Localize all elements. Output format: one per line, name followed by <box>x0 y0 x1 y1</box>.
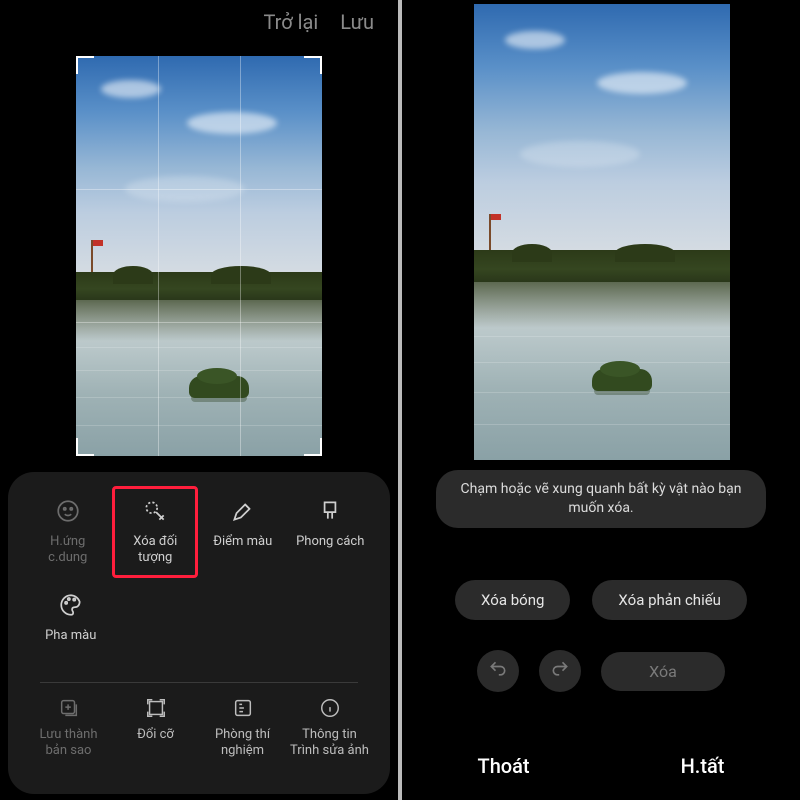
phone-screen-object-eraser: Chạm hoặc vẽ xung quanh bất kỳ vật nào b… <box>402 0 800 800</box>
save-button[interactable]: Lưu <box>340 10 374 34</box>
done-button[interactable]: H.tất <box>681 754 725 778</box>
crop-handle-bl[interactable] <box>76 438 94 456</box>
tool-label: Pha màu <box>45 628 96 644</box>
action-editor-info[interactable]: Thông tin Trình sửa ảnh <box>289 697 370 758</box>
back-button[interactable]: Trở lại <box>263 10 318 34</box>
tool-label: Điểm màu <box>213 534 272 550</box>
action-label: Thông tin Trình sửa ảnh <box>289 727 370 758</box>
erase-button[interactable]: Xóa <box>601 652 725 691</box>
redo-button[interactable] <box>539 650 581 692</box>
action-save-as-copy[interactable]: Lưu thành bản sao <box>28 697 109 758</box>
undo-icon <box>488 659 508 683</box>
photo-canvas[interactable] <box>474 4 730 460</box>
action-label: Phòng thí nghiệm <box>202 727 283 758</box>
action-label: Lưu thành bản sao <box>28 727 109 758</box>
face-icon <box>55 498 81 524</box>
tool-spot-color[interactable]: Điểm màu <box>203 490 283 578</box>
undo-button[interactable] <box>477 650 519 692</box>
lab-icon <box>232 697 254 719</box>
tool-label: H.ứng c.dung <box>30 534 106 567</box>
tools-bottom-sheet: H.ứng c.dung Xóa đối tượng Điểm màu Phon… <box>8 472 390 794</box>
tool-color-mix[interactable]: Pha màu <box>28 584 114 672</box>
exit-button[interactable]: Thoát <box>478 754 530 778</box>
redo-icon <box>550 659 570 683</box>
palette-icon <box>58 592 84 618</box>
tool-style[interactable]: Phong cách <box>291 490 371 578</box>
crop-handle-tr[interactable] <box>304 56 322 74</box>
tool-object-eraser[interactable]: Xóa đối tượng <box>116 490 196 578</box>
crop-handle-br[interactable] <box>304 438 322 456</box>
tool-label: Xóa đối tượng <box>118 534 194 567</box>
tool-label: Phong cách <box>296 534 364 550</box>
remove-shadow-button[interactable]: Xóa bóng <box>455 580 570 620</box>
photo-crop-canvas[interactable] <box>76 56 322 456</box>
erase-icon <box>142 498 168 524</box>
instruction-hint: Chạm hoặc vẽ xung quanh bất kỳ vật nào b… <box>436 470 766 528</box>
info-icon <box>319 697 341 719</box>
crop-handle-tl[interactable] <box>76 56 94 74</box>
editor-header: Trở lại Lưu <box>0 0 398 44</box>
resize-icon <box>145 697 167 719</box>
divider <box>40 682 358 683</box>
action-label: Đổi cỡ <box>137 727 174 743</box>
remove-reflection-button[interactable]: Xóa phản chiếu <box>592 580 747 620</box>
eyedropper-icon <box>230 498 256 524</box>
save-copy-icon <box>58 697 80 719</box>
action-lab[interactable]: Phòng thí nghiệm <box>202 697 283 758</box>
phone-screen-editor-tools: Trở lại Lưu H.ứng c <box>0 0 398 800</box>
tool-portrait-effect[interactable]: H.ứng c.dung <box>28 490 108 578</box>
brush-icon <box>317 498 343 524</box>
action-resize[interactable]: Đổi cỡ <box>115 697 196 758</box>
